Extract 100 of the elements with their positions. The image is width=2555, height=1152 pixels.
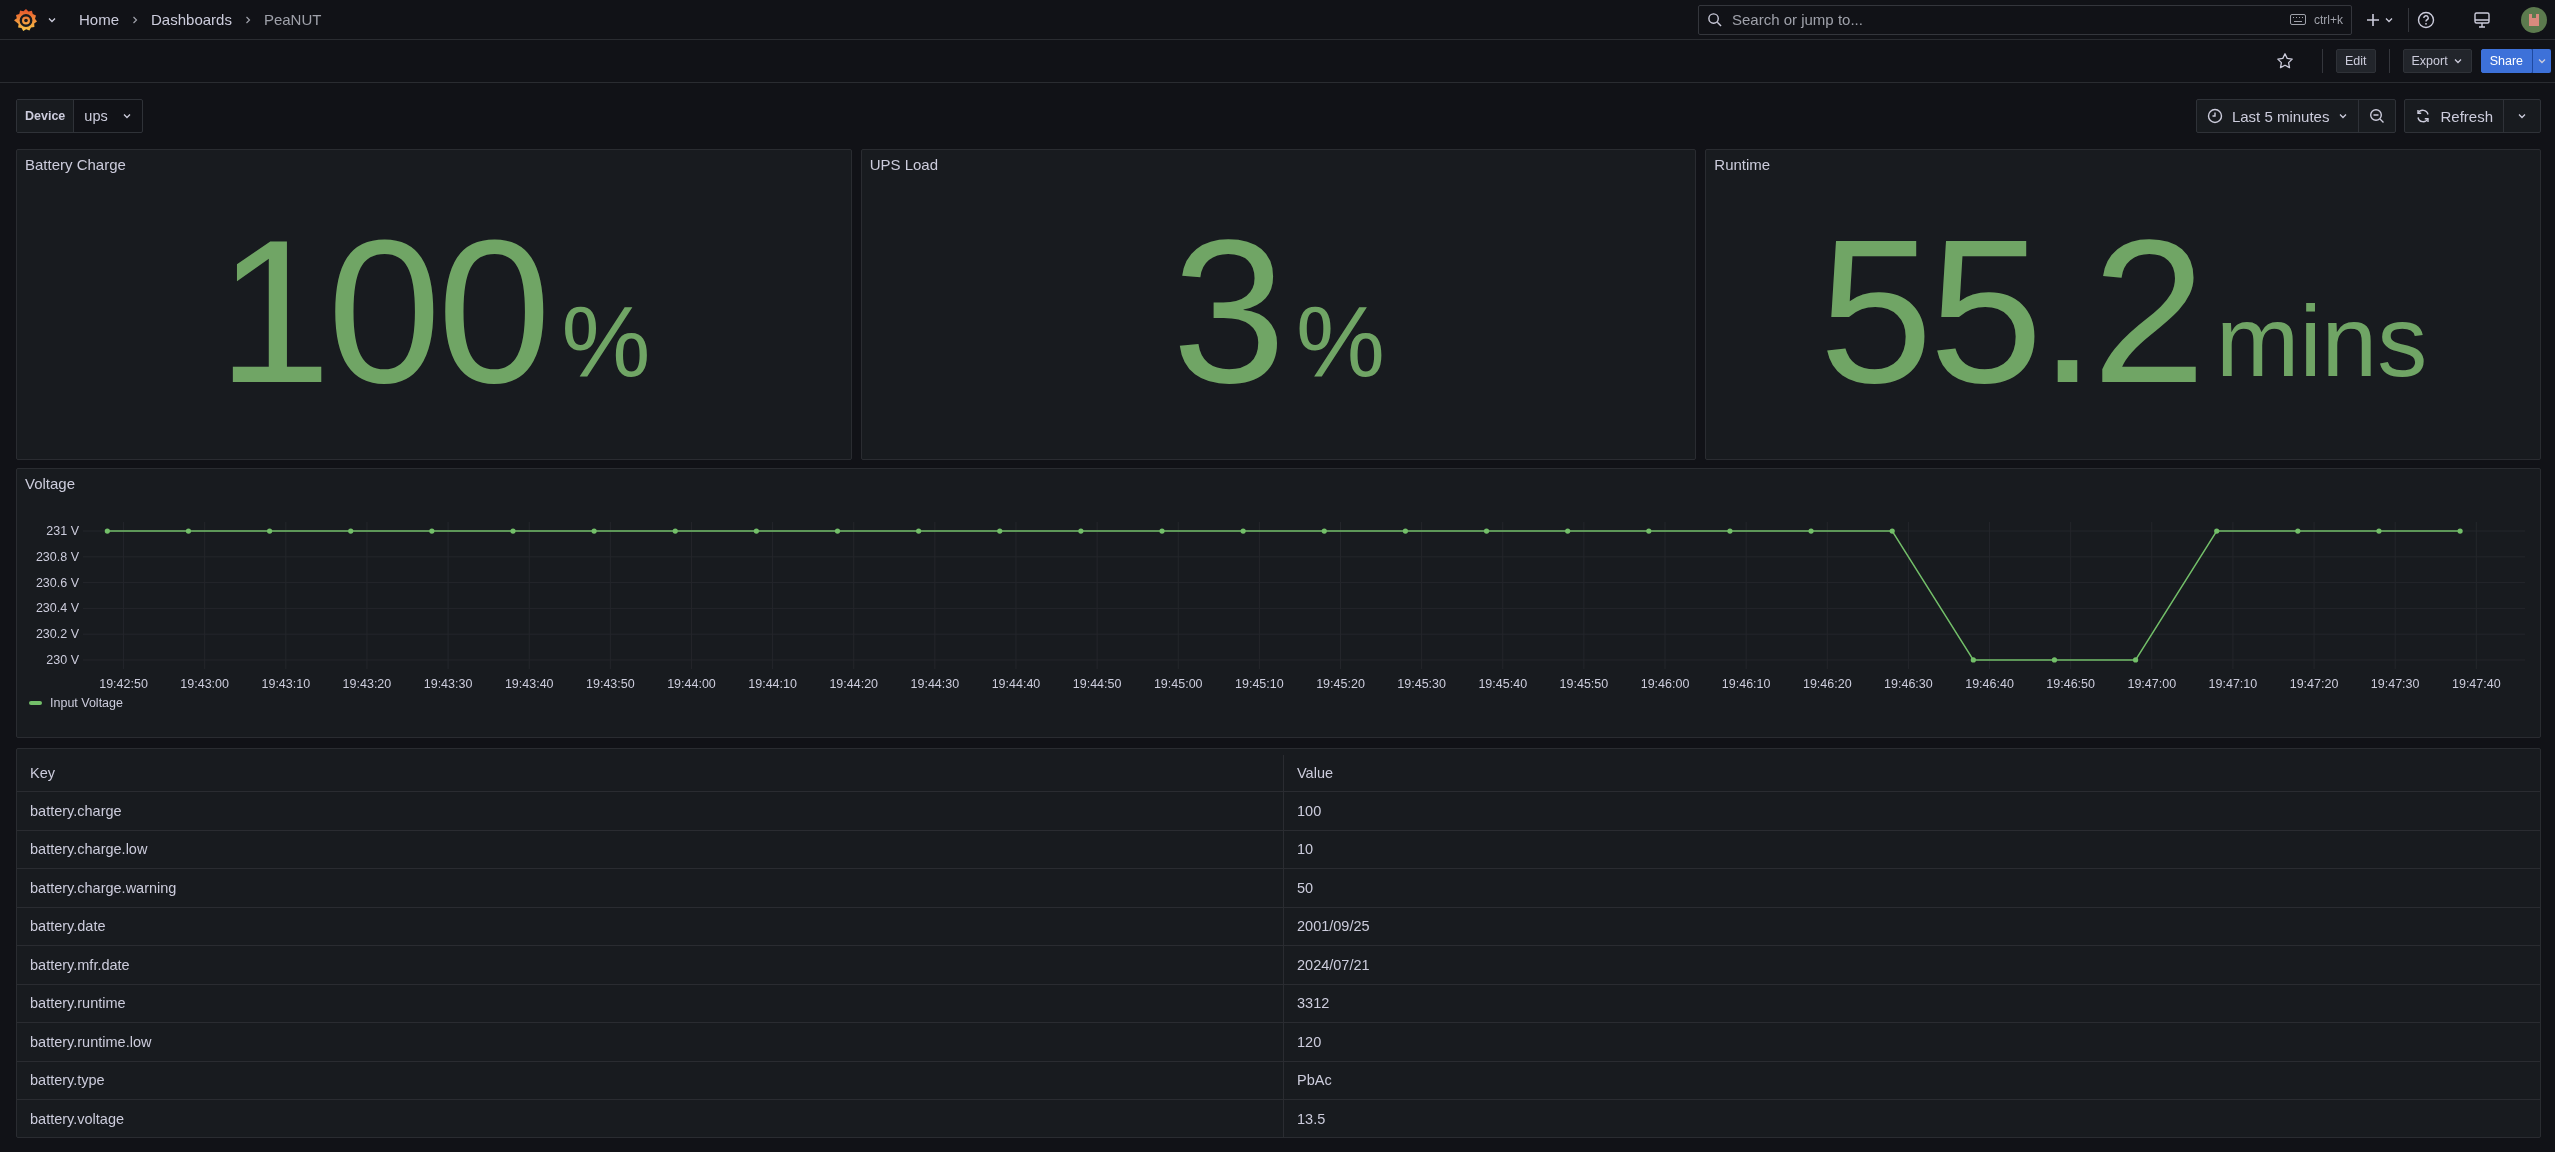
data-point: [1727, 528, 1733, 534]
data-point: [2214, 528, 2220, 534]
breadcrumb-link[interactable]: Home: [79, 11, 119, 28]
monitor-icon[interactable]: [2473, 10, 2491, 29]
axis-label: 19:43:30: [423, 677, 473, 691]
chevron-down-icon: [2517, 111, 2527, 121]
data-point: [591, 528, 597, 534]
axis-label: 19:44:40: [991, 677, 1041, 691]
axis-label: 19:47:30: [2370, 677, 2420, 691]
axis-label: 19:47:10: [2208, 677, 2258, 691]
zoom-out-icon: [2369, 108, 2386, 124]
data-point: [348, 528, 354, 534]
axis-label: 19:45:10: [1235, 677, 1284, 691]
export-button[interactable]: Export: [2402, 49, 2472, 73]
help-icon[interactable]: [2417, 10, 2435, 29]
table-cell: battery.charge.warning: [30, 879, 177, 896]
breadcrumb-link[interactable]: Dashboards: [151, 11, 232, 28]
data-point: [2457, 528, 2463, 534]
table-cell: battery.runtime: [30, 995, 126, 1012]
edit-button[interactable]: Edit: [2335, 49, 2376, 73]
axis-label: 230.4 V: [35, 601, 79, 616]
plus-icon: [2366, 12, 2380, 27]
data-point: [834, 528, 841, 534]
table-cell: 2024/07/21: [1297, 956, 1370, 973]
axis-label: 19:46:10: [1721, 677, 1771, 691]
axis-label: 19:45:30: [1397, 677, 1446, 691]
axis-label: 230.2 V: [35, 627, 79, 642]
axis-label: 19:46:50: [2046, 677, 2095, 691]
axis-label: 19:44:00: [667, 677, 716, 691]
chevron-down-icon: [2338, 111, 2349, 121]
axis-label: 230 V: [46, 652, 79, 667]
data-point: [916, 528, 922, 534]
table-cell: battery.charge: [30, 802, 122, 819]
axis-label: 19:47:40: [2452, 677, 2501, 691]
axis-label: 230.6 V: [35, 575, 79, 590]
table-cell: 3312: [1297, 995, 1330, 1012]
table-cell: battery.date: [30, 918, 106, 935]
axis-label: 19:45:20: [1316, 677, 1365, 691]
grafana-logo-icon[interactable]: [13, 6, 39, 33]
stat-unit: mins: [2216, 291, 2428, 391]
data-point: [997, 528, 1003, 534]
table-cell: 2001/09/25: [1297, 918, 1370, 935]
stat-value: 100: [217, 207, 548, 413]
axis-label: 19:43:40: [504, 677, 554, 691]
data-point: [185, 528, 192, 534]
stat-value: 3: [1172, 207, 1283, 413]
table-cell: battery.runtime.low: [30, 1033, 152, 1050]
axis-label: 19:42:50: [99, 677, 148, 691]
data-point: [1483, 528, 1490, 534]
axis-label: 231 V: [46, 524, 79, 539]
data-point: [1078, 528, 1084, 534]
avatar-icon[interactable]: [2521, 6, 2547, 33]
chevron-right-icon: [131, 14, 139, 25]
data-point: [1889, 528, 1895, 534]
data-point: [2051, 657, 2058, 663]
data-point: [1240, 528, 1246, 534]
table-cell: 10: [1297, 841, 1314, 858]
panel-title: Voltage: [24, 474, 77, 494]
share-menu-button[interactable]: [2532, 49, 2551, 73]
axis-label: 19:46:00: [1640, 677, 1690, 691]
search-field[interactable]: Search or jump to...: [1730, 10, 2282, 29]
data-point: [2133, 657, 2139, 663]
axis-label: 19:46:40: [1965, 677, 2014, 691]
column-header: Value: [1297, 765, 1333, 781]
keyboard-icon: [2290, 14, 2306, 25]
chevron-down-icon: [2452, 56, 2463, 66]
panel-title: Battery Charge: [24, 155, 127, 175]
axis-label: 19:47:20: [2289, 677, 2339, 691]
axis-label: 19:43:20: [342, 677, 392, 691]
data-point: [1402, 528, 1408, 534]
search-box[interactable]: Search or jump to... ctrl+k: [1698, 4, 2352, 35]
axis-label: 19:46:20: [1802, 677, 1852, 691]
data-point: [1970, 657, 1976, 663]
table-cell: 120: [1297, 1033, 1322, 1050]
data-point: [2295, 528, 2301, 534]
axis-label: 19:44:10: [748, 677, 797, 691]
clock-icon: [2206, 108, 2223, 124]
data-point: [267, 528, 273, 534]
table-cell: battery.voltage: [30, 1110, 125, 1127]
axis-label: 230.8 V: [35, 549, 79, 564]
column-header: Key: [30, 765, 55, 781]
chevron-right-icon: [243, 14, 252, 25]
axis-label: 19:43:50: [586, 677, 635, 691]
chevron-down-icon: [2537, 56, 2547, 66]
data-point: [429, 528, 435, 534]
axis-label: 19:43:10: [261, 677, 311, 691]
table-cell: battery.charge.low: [30, 841, 148, 858]
stat-unit: %: [561, 291, 651, 391]
breadcrumb-link[interactable]: PeaNUT: [263, 11, 322, 28]
table-cell: 50: [1297, 879, 1314, 896]
table-cell: 100: [1297, 802, 1322, 819]
data-point: [1808, 528, 1814, 534]
axis-label: 19:44:20: [829, 677, 879, 691]
star-icon[interactable]: [2275, 52, 2294, 70]
panel-title: Runtime: [1713, 155, 1772, 175]
stat-value: 55.2: [1819, 207, 2203, 413]
share-button[interactable]: Share: [2480, 49, 2532, 73]
device-dropdown[interactable]: ups: [74, 100, 142, 132]
data-point: [1646, 528, 1652, 534]
legend-label[interactable]: Input Voltage: [50, 696, 123, 710]
